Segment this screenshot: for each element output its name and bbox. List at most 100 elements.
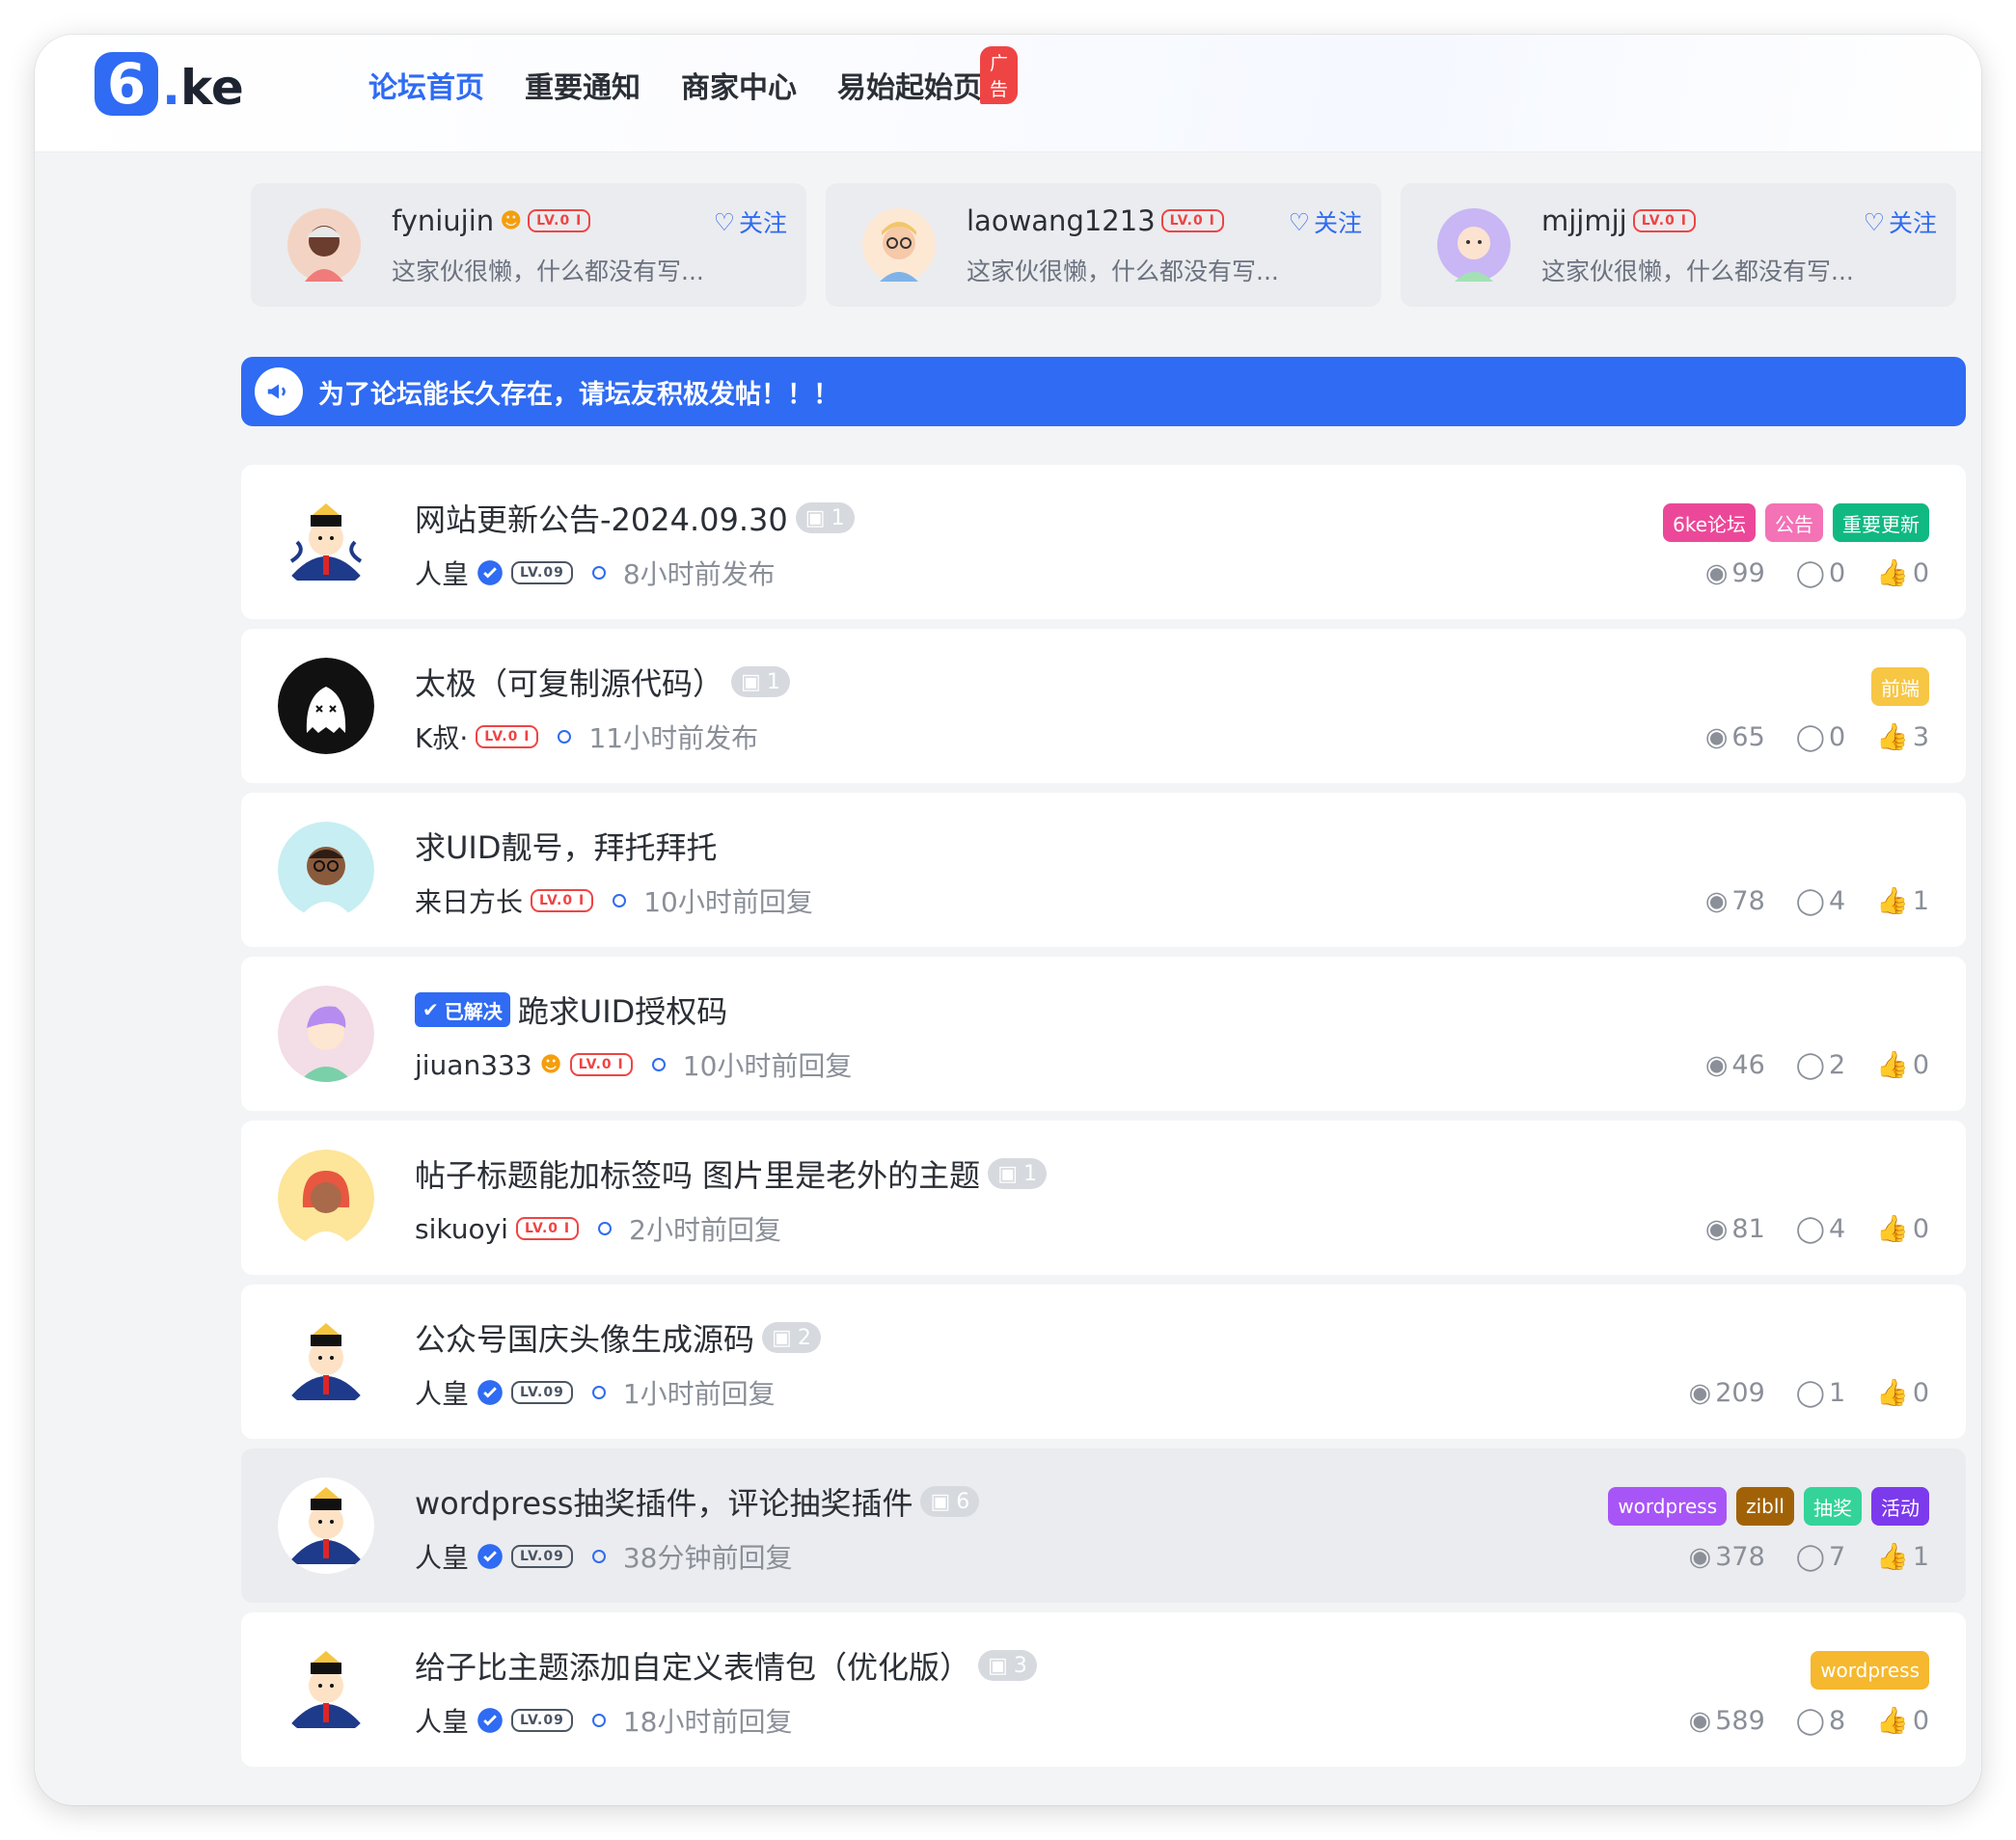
likes[interactable]: 👍 0 [1876, 1705, 1929, 1737]
eye-icon: ◉ [1688, 1377, 1712, 1408]
image-count-badge: ▣ 3 [978, 1650, 1037, 1681]
author-name[interactable]: 人皇 [415, 554, 469, 592]
avatar[interactable] [278, 658, 374, 754]
comments: ◯ 0 [1795, 557, 1846, 588]
avatar[interactable] [1437, 208, 1511, 282]
verified-icon [477, 1708, 503, 1733]
level-badge: LV.09 [511, 561, 573, 584]
post-tags: 前端 [1871, 667, 1929, 706]
thumbs-up-icon: 👍 [1876, 1050, 1909, 1080]
post-item[interactable]: 求UID靓号，拜托拜托 来日方长 LV.0 I 10小时前回复 ◉ 78 ◯ 4 👍… [241, 793, 1966, 947]
logo-text: .ke [162, 60, 244, 116]
solved-badge: ✔ 已解决 [415, 992, 510, 1027]
tag[interactable]: wordpress [1811, 1651, 1929, 1690]
author-name[interactable]: jiuan333 [415, 1049, 532, 1081]
time-dot-icon [591, 1386, 606, 1399]
avatar[interactable] [278, 494, 374, 590]
likes[interactable]: 👍 1 [1876, 885, 1929, 917]
post-item[interactable]: ✔ 已解决 跪求UID授权码 jiuan333 ☻ LV.0 I 10小时前回复 … [241, 957, 1966, 1111]
announcement-bar[interactable]: 为了论坛能长久存在，请坛友积极发帖！！！ [241, 357, 1966, 426]
user-name[interactable]: laowang1213 LV.0 I [967, 204, 1224, 237]
tag[interactable]: 抽奖 [1804, 1487, 1862, 1526]
comments: ◯ 8 [1795, 1705, 1846, 1736]
post-time: 10小时前回复 [643, 886, 813, 918]
nav-item-merchant-center[interactable]: 商家中心 [681, 64, 797, 106]
post-time: 10小时前回复 [682, 1050, 853, 1082]
avatar[interactable] [278, 1150, 374, 1246]
user-card[interactable]: mjjmjj LV.0 I 这家伙很懒，什么都没有写... ♡ 关注 [1401, 183, 1956, 307]
image-icon: ▣ [772, 1325, 792, 1350]
author-name[interactable]: 人皇 [415, 1701, 469, 1740]
top-navbar: 6 .ke 论坛首页 重要通知 商家中心 易始起始页 广告 [35, 35, 1981, 152]
follow-button[interactable]: ♡ 关注 [1289, 204, 1362, 239]
post-title[interactable]: 帖子标题能加标签吗 图片里是老外的主题 ▣ 1 [415, 1151, 1047, 1196]
megaphone-icon [255, 367, 303, 416]
post-item[interactable]: 网站更新公告-2024.09.30 ▣ 1 人皇 LV.09 8小时前发布 6ke… [241, 465, 1966, 619]
likes[interactable]: 👍 0 [1876, 557, 1929, 589]
likes[interactable]: 👍 0 [1876, 1049, 1929, 1081]
post-item[interactable]: 帖子标题能加标签吗 图片里是老外的主题 ▣ 1 sikuoyi LV.0 I 2小… [241, 1121, 1966, 1275]
post-title[interactable]: 太极（可复制源代码） ▣ 1 [415, 660, 790, 704]
post-title[interactable]: 给子比主题添加自定义表情包（优化版） ▣ 3 [415, 1643, 1037, 1688]
comments: ◯ 4 [1795, 1213, 1846, 1244]
follow-button[interactable]: ♡ 关注 [1864, 204, 1937, 239]
user-name[interactable]: mjjmjj LV.0 I [1541, 204, 1696, 237]
avatar[interactable] [278, 986, 374, 1082]
tag[interactable]: 6ke论坛 [1663, 503, 1756, 542]
post-item[interactable]: 给子比主题添加自定义表情包（优化版） ▣ 3 人皇 LV.09 18小时前回复 w… [241, 1612, 1966, 1767]
nav-item-notices[interactable]: 重要通知 [525, 64, 640, 106]
user-card[interactable]: fyniujin ☻ LV.0 I 这家伙很懒，什么都没有写... ♡ 关注 [251, 183, 806, 307]
level-badge: LV.0 I [476, 725, 539, 748]
recommended-users: fyniujin ☻ LV.0 I 这家伙很懒，什么都没有写... ♡ 关注 la… [251, 183, 1956, 307]
post-title[interactable]: 求UID靓号，拜托拜托 [415, 824, 718, 868]
avatar[interactable] [278, 822, 374, 918]
likes[interactable]: 👍 0 [1876, 1377, 1929, 1409]
nav-item-start-page[interactable]: 易始起始页 广告 [837, 46, 1019, 106]
post-item[interactable]: wordpress抽奖插件，评论抽奖插件 ▣ 6 人皇 LV.09 38分钟前回复… [241, 1448, 1966, 1603]
author-name[interactable]: 人皇 [415, 1537, 469, 1576]
author-name[interactable]: sikuoyi [415, 1213, 508, 1245]
post-title[interactable]: wordpress抽奖插件，评论抽奖插件 ▣ 6 [415, 1479, 980, 1524]
image-icon: ▣ [997, 1161, 1018, 1186]
likes[interactable]: 👍 1 [1876, 1541, 1929, 1573]
post-stats: ◉ 99 ◯ 0 👍 0 [1705, 557, 1929, 589]
follow-button[interactable]: ♡ 关注 [714, 204, 787, 239]
post-title[interactable]: 公众号国庆头像生成源码 ▣ 2 [415, 1315, 821, 1360]
post-title[interactable]: 网站更新公告-2024.09.30 ▣ 1 [415, 496, 855, 540]
author-name[interactable]: K叔· [415, 717, 468, 756]
time-dot-icon [591, 1714, 606, 1727]
tag[interactable]: zibll [1736, 1487, 1794, 1526]
views: ◉ 81 [1704, 1213, 1765, 1244]
likes[interactable]: 👍 3 [1876, 721, 1929, 753]
tag[interactable]: 活动 [1871, 1487, 1929, 1526]
likes[interactable]: 👍 0 [1876, 1213, 1929, 1245]
avatar[interactable] [278, 1641, 374, 1738]
tag[interactable]: 前端 [1871, 667, 1929, 706]
post-item[interactable]: 太极（可复制源代码） ▣ 1 K叔· LV.0 I 11小时前发布 前端 ◉ 65 … [241, 629, 1966, 783]
post-tags: wordpress [1811, 1651, 1929, 1690]
post-meta: 人皇 LV.09 18小时前回复 [415, 1701, 792, 1740]
post-item[interactable]: 公众号国庆头像生成源码 ▣ 2 人皇 LV.09 1小时前回复 ◉ 209 ◯ 1 👍… [241, 1285, 1966, 1439]
avatar[interactable] [287, 208, 361, 282]
author-name[interactable]: 人皇 [415, 1373, 469, 1412]
avatar[interactable] [278, 1477, 374, 1574]
author-name[interactable]: 来日方长 [415, 881, 523, 920]
browser-window: 6 .ke 论坛首页 重要通知 商家中心 易始起始页 广告 fyniujin ☻… [35, 35, 1981, 1805]
level-badge: LV.0 I [515, 1217, 580, 1240]
comment-icon: ◯ [1795, 1049, 1825, 1080]
post-title[interactable]: ✔ 已解决 跪求UID授权码 [415, 988, 727, 1032]
tag[interactable]: wordpress [1608, 1487, 1728, 1526]
site-logo[interactable]: 6 .ke [95, 52, 244, 116]
heart-icon: ♡ [713, 207, 735, 236]
avatar[interactable] [278, 1313, 374, 1410]
post-meta: 人皇 LV.09 38分钟前回复 [415, 1537, 792, 1576]
user-card[interactable]: laowang1213 LV.0 I 这家伙很懒，什么都没有写... ♡ 关注 [826, 183, 1381, 307]
comments: ◯ 7 [1795, 1541, 1846, 1572]
tag[interactable]: 重要更新 [1833, 503, 1929, 542]
tag[interactable]: 公告 [1765, 503, 1823, 542]
heart-icon: ♡ [1863, 207, 1885, 236]
user-name[interactable]: fyniujin ☻ LV.0 I [392, 204, 591, 237]
views: ◉ 46 [1704, 1049, 1765, 1080]
nav-item-forum-home[interactable]: 论坛首页 [368, 64, 484, 106]
avatar[interactable] [862, 208, 936, 282]
